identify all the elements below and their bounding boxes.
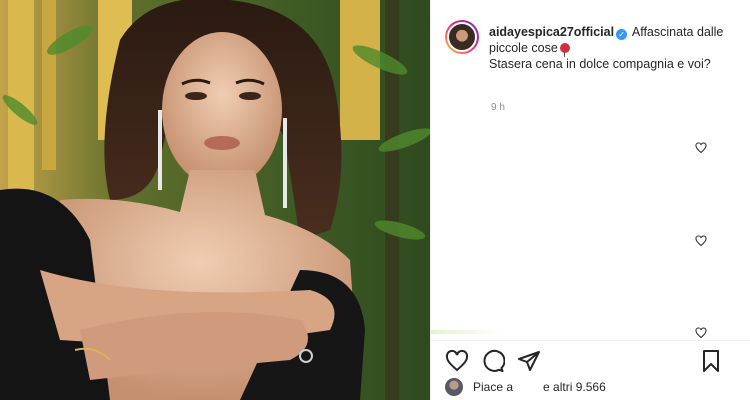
- post-image: [0, 0, 430, 400]
- caption-block: aidayespica27official ✓ Affascinata dalle…: [445, 20, 745, 72]
- comment-like-heart-icon[interactable]: [695, 327, 707, 339]
- share-paper-plane-icon[interactable]: [517, 349, 541, 373]
- likes-suffix[interactable]: e altri 9.566: [543, 380, 606, 394]
- likes-summary[interactable]: Piace a e altri 9.566: [445, 378, 606, 396]
- action-bar: [431, 340, 750, 376]
- author-avatar[interactable]: [445, 20, 479, 54]
- balloon-icon: [559, 43, 570, 57]
- verified-badge-icon: ✓: [616, 29, 628, 40]
- caption-text: aidayespica27official ✓ Affascinata dalle…: [489, 24, 739, 72]
- caption-line2: Stasera cena in dolce compagnia e voi?: [489, 57, 711, 71]
- liker-avatar[interactable]: [445, 378, 463, 396]
- comment-divider: [431, 330, 501, 334]
- author-username[interactable]: aidayespica27official: [489, 25, 614, 39]
- post-time: 9 h: [491, 102, 505, 113]
- save-bookmark-icon[interactable]: [699, 349, 723, 373]
- instagram-post: aidayespica27official ✓ Affascinata dalle…: [0, 0, 750, 400]
- comment-like-heart-icon[interactable]: [695, 235, 707, 247]
- post-side-panel: aidayespica27official ✓ Affascinata dalle…: [430, 0, 750, 400]
- like-heart-icon[interactable]: [445, 349, 469, 373]
- comment-bubble-icon[interactable]: [481, 349, 506, 373]
- likes-prefix: Piace a: [473, 380, 514, 394]
- comment-like-heart-icon[interactable]: [695, 142, 707, 154]
- post-photo[interactable]: [0, 0, 430, 400]
